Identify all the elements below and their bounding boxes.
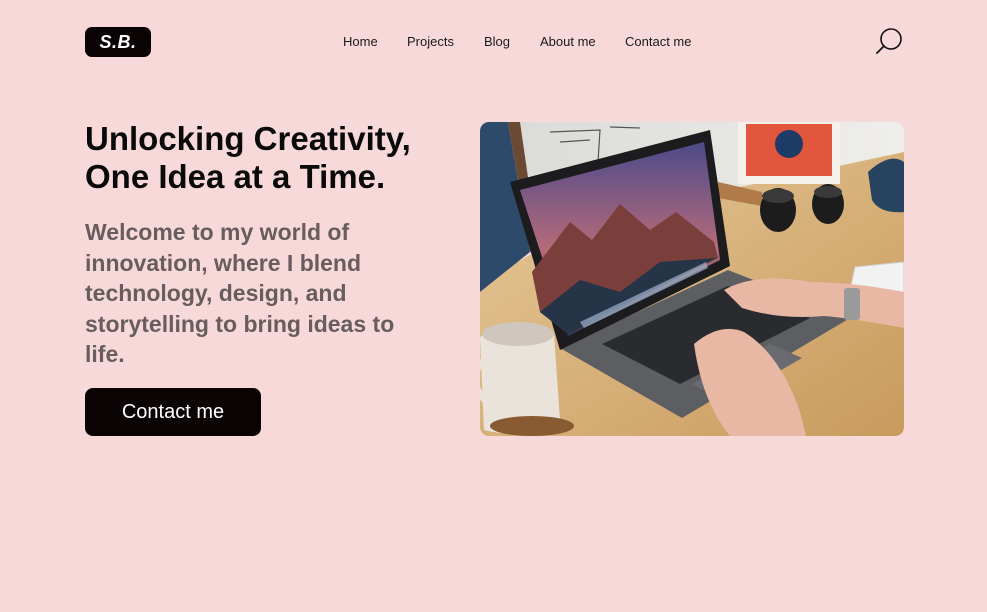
search-icon[interactable] — [875, 28, 905, 54]
nav-item-home[interactable]: Home — [343, 34, 378, 49]
hero-headline: Unlocking Creativity, One Idea at a Time… — [85, 120, 411, 195]
nav-item-blog[interactable]: Blog — [484, 34, 510, 49]
hero-intro: Welcome to my world of innovation, where… — [85, 219, 395, 367]
hero-image — [480, 122, 904, 436]
nav-item-contact[interactable]: Contact me — [625, 34, 691, 49]
nav-item-about[interactable]: About me — [540, 34, 596, 49]
contact-me-button[interactable]: Contact me — [85, 388, 261, 436]
nav-item-projects[interactable]: Projects — [407, 34, 454, 49]
logo[interactable]: S.B. — [85, 27, 151, 57]
